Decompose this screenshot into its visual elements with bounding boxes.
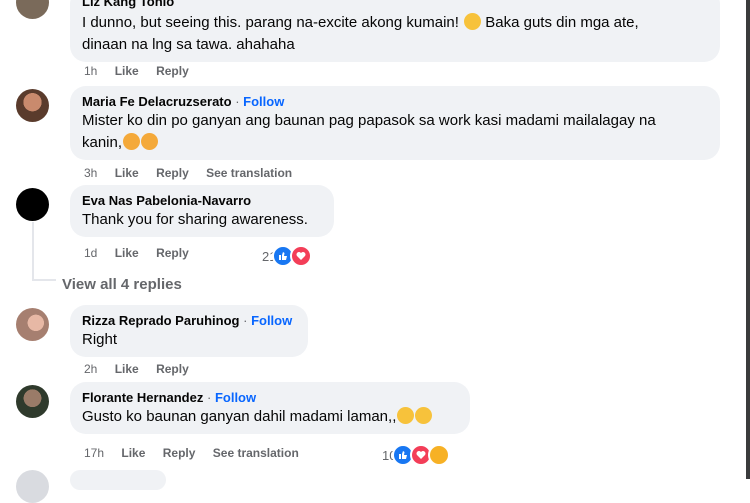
avatar[interactable] (16, 308, 49, 341)
comment-timestamp[interactable]: 1d (84, 246, 97, 260)
comment-author-line: Rizza Reprado Paruhinog · Follow (82, 312, 296, 329)
avatar[interactable] (16, 188, 49, 221)
follow-button[interactable]: Follow (215, 390, 256, 405)
love-reaction-icon (290, 245, 313, 267)
see-translation-button[interactable]: See translation (206, 166, 292, 180)
comment-author[interactable]: Maria Fe Delacruzserato (82, 94, 232, 109)
comment-bubble (70, 470, 166, 490)
comment-timestamp[interactable]: 2h (84, 362, 97, 376)
avatar[interactable] (16, 0, 49, 19)
reply-button[interactable]: Reply (156, 362, 189, 376)
avatar[interactable] (16, 89, 49, 122)
comment-bubble: Florante Hernandez · Follow Gusto ko bau… (70, 382, 470, 434)
comment-bubble: Liz Kang Tohlo I dunno, but seeing this.… (70, 0, 720, 62)
comment-author-line: Florante Hernandez · Follow (82, 389, 458, 406)
reply-button[interactable]: Reply (156, 166, 189, 180)
comment-text-line: kanin, (82, 134, 123, 151)
comment-bubble: Eva Nas Pabelonia-Navarro Thank you for … (70, 185, 334, 237)
separator-dot: · (206, 390, 212, 405)
avatar[interactable] (16, 470, 49, 503)
window-edge (746, 0, 750, 479)
comment-author[interactable]: Florante Hernandez (82, 390, 203, 405)
like-button[interactable]: Like (115, 64, 139, 78)
reply-button[interactable]: Reply (156, 246, 189, 260)
reaction-summary[interactable]: 21 (262, 245, 313, 267)
comment-text: Gusto ko baunan ganyan dahil madami lama… (82, 406, 458, 428)
smiling-hearts-emoji-icon (123, 133, 141, 150)
comment-text-line: Gusto ko baunan ganyan dahil madami lama… (82, 408, 397, 425)
reply-button[interactable]: Reply (156, 64, 189, 78)
laughing-tears-emoji-icon (415, 407, 433, 424)
like-button[interactable]: Like (115, 166, 139, 180)
comment-timestamp[interactable]: 1h (84, 64, 97, 78)
view-all-replies-link[interactable]: View all 4 replies (62, 276, 182, 293)
like-button[interactable]: Like (115, 362, 139, 376)
see-translation-button[interactable]: See translation (213, 446, 299, 460)
comment-text: Thank you for sharing awareness. (82, 211, 308, 228)
reaction-summary[interactable]: 10 (382, 444, 451, 466)
comment-author[interactable]: Rizza Reprado Paruhinog (82, 313, 239, 328)
comment-author[interactable]: Liz Kang Tohlo (82, 0, 708, 10)
comment-actions: 1h Like Reply (84, 64, 203, 78)
comment-author-line: Maria Fe Delacruzserato · Follow (82, 93, 708, 110)
comment-actions: 1d Like Reply (84, 246, 203, 260)
like-button[interactable]: Like (115, 246, 139, 260)
comment-text-line: Baka guts din mga ate, (485, 14, 639, 31)
comment-author[interactable]: Eva Nas Pabelonia-Navarro (82, 192, 322, 209)
avatar[interactable] (16, 385, 49, 418)
follow-button[interactable]: Follow (251, 313, 292, 328)
follow-button[interactable]: Follow (243, 94, 284, 109)
like-button[interactable]: Like (121, 446, 145, 460)
comment-actions: 2h Like Reply (84, 362, 203, 376)
care-reaction-icon (428, 444, 451, 466)
comment-text: Mister ko din po ganyan ang baunan pag p… (82, 110, 708, 154)
smiling-hearts-emoji-icon (141, 133, 159, 150)
comment-text-line: Mister ko din po ganyan ang baunan pag p… (82, 112, 656, 129)
winking-tongue-emoji-icon (464, 13, 482, 30)
comment-text-line: I dunno, but seeing this. parang na-exci… (82, 14, 459, 31)
reply-thread-line (32, 222, 34, 280)
comment-text: I dunno, but seeing this. parang na-exci… (82, 12, 708, 56)
comment-timestamp[interactable]: 3h (84, 166, 97, 180)
reply-button[interactable]: Reply (163, 446, 196, 460)
comment-timestamp[interactable]: 17h (84, 446, 104, 460)
comment-bubble: Rizza Reprado Paruhinog · Follow Right (70, 305, 308, 357)
laughing-tears-emoji-icon (397, 407, 415, 424)
comment-bubble: Maria Fe Delacruzserato · Follow Mister … (70, 86, 720, 160)
comment-actions: 3h Like Reply See translation (84, 166, 306, 180)
comment-text-line: dinaan na lng sa tawa. ahahaha (82, 36, 295, 53)
comment-text: Right (82, 331, 118, 348)
reply-thread-line (32, 279, 56, 281)
separator-dot: · (235, 94, 240, 109)
comment-actions: 17h Like Reply See translation (84, 446, 313, 460)
separator-dot: · (243, 313, 248, 328)
